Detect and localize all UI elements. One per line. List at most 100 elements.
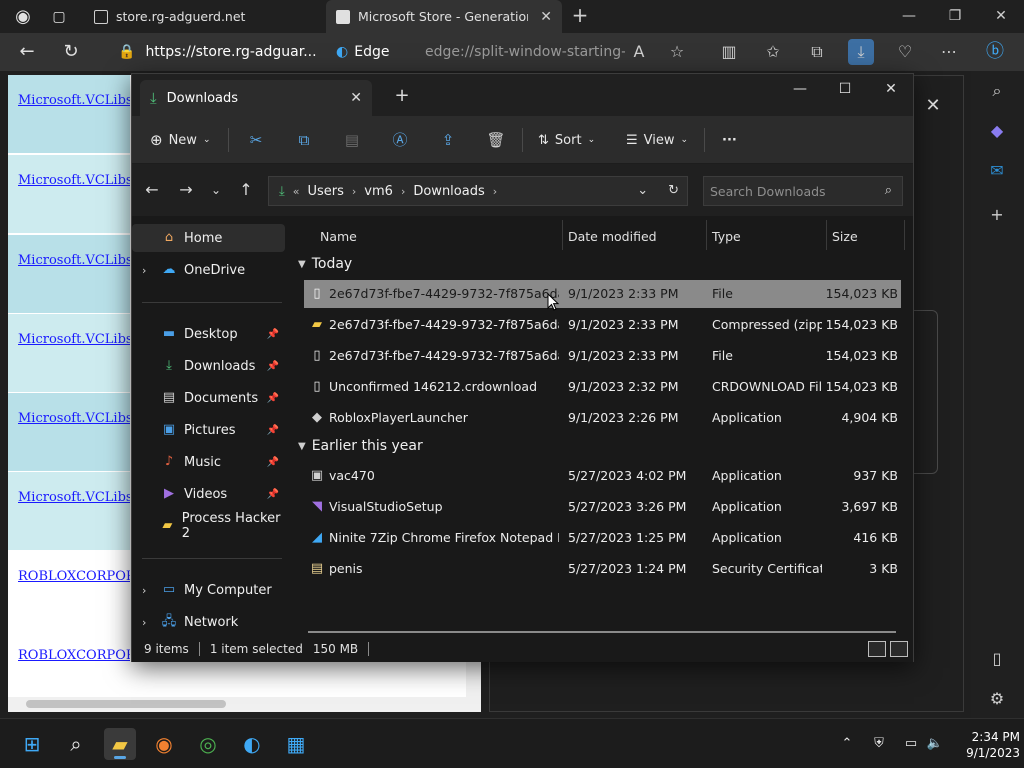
table-row[interactable]: ◢ Ninite 7Zip Chrome Firefox Notepad Inst…: [304, 524, 901, 552]
copy-icon[interactable]: ⧉: [290, 126, 318, 154]
large-icons-view-icon[interactable]: [890, 641, 908, 657]
sidebar-item-home[interactable]: ⌂ Home: [132, 224, 285, 252]
more-options-button[interactable]: ···: [722, 126, 737, 154]
column-header-size[interactable]: Size: [832, 226, 858, 248]
sidebar-item-process-hacker[interactable]: ▰ Process Hacker 2: [132, 511, 285, 541]
view-button[interactable]: ☰ View ⌄: [626, 126, 688, 154]
table-row[interactable]: ▤ penis 5/27/2023 1:24 PM Security Certific…: [304, 555, 901, 583]
explorer-tab-downloads[interactable]: ⤓ Downloads ✕: [140, 80, 372, 116]
chevron-right-icon[interactable]: ›: [142, 264, 156, 277]
copilot-sidebar-icon[interactable]: ◆: [985, 119, 1009, 143]
search-input[interactable]: Search Downloads ⌕: [703, 176, 903, 206]
sidebar-item-network[interactable]: › 🖧 Network: [132, 608, 285, 636]
rename-icon[interactable]: Ⓐ: [386, 126, 414, 154]
column-header-type[interactable]: Type: [712, 226, 741, 248]
download-link[interactable]: Microsoft.VCLibs.: [18, 93, 130, 108]
refresh-icon[interactable]: ↻: [668, 183, 679, 198]
collections-icon[interactable]: ⧉: [804, 39, 830, 65]
group-header-earlier[interactable]: ▼ Earlier this year: [298, 434, 423, 458]
list-item[interactable]: Microsoft.VCLibs.: [8, 472, 130, 551]
browser-tab-adguard[interactable]: store.rg-adguerd.net: [84, 0, 322, 33]
edge-chip[interactable]: ◐ Edge: [336, 38, 410, 66]
new-tab-button[interactable]: +: [390, 84, 414, 108]
download-link[interactable]: Microsoft.VCLibs.: [18, 411, 130, 426]
table-row[interactable]: ▯ Unconfirmed 146212.crdownload 9/1/2023 2…: [304, 373, 901, 401]
breadcrumb[interactable]: ⤓ « Users › vm6 › Downloads › ⌄ ↻: [268, 176, 688, 206]
chevron-right-icon[interactable]: ›: [142, 584, 156, 597]
maximize-icon[interactable]: ☐: [822, 74, 868, 104]
download-link[interactable]: Microsoft.VCLibs.: [18, 490, 130, 505]
table-row[interactable]: ▯ 2e67d73f-fbe7-4429-9732-7f875a6da675 (1…: [304, 342, 901, 370]
breadcrumb-users[interactable]: Users: [307, 184, 343, 199]
paste-icon[interactable]: ▤: [338, 126, 366, 154]
column-header-name[interactable]: Name: [320, 226, 357, 248]
recent-locations-icon[interactable]: ⌄: [204, 178, 228, 202]
divider[interactable]: [706, 220, 707, 250]
chevron-right-icon[interactable]: ›: [142, 616, 156, 629]
favorites-icon[interactable]: ✩: [760, 39, 786, 65]
settings-gear-icon[interactable]: ⚙: [985, 687, 1009, 711]
forward-icon[interactable]: →: [174, 178, 198, 202]
sidebar-item-documents[interactable]: ▤ Documents 📌: [132, 384, 285, 412]
download-link[interactable]: ROBLOXCORPOR: [18, 569, 130, 584]
back-icon[interactable]: ←: [14, 39, 40, 65]
download-link[interactable]: ROBLOXCORPOR: [18, 648, 130, 663]
hide-sidebar-icon[interactable]: ▯: [985, 647, 1009, 671]
table-row[interactable]: ▯ 2e67d73f-fbe7-4429-9732-7f875a6da675 (2…: [304, 280, 901, 308]
read-aloud-icon[interactable]: A: [626, 39, 652, 65]
delete-icon[interactable]: 🗑: [482, 126, 510, 154]
search-icon[interactable]: ⌕: [60, 728, 92, 760]
close-window-icon[interactable]: ✕: [868, 74, 914, 104]
firefox-icon[interactable]: ◉: [148, 728, 180, 760]
url-field[interactable]: 🔒 https://store.rg-adguar...: [110, 38, 332, 66]
sidebar-item-desktop[interactable]: ▬ Desktop 📌: [132, 320, 285, 348]
file-explorer-taskbar-icon[interactable]: ▰: [104, 728, 136, 760]
microsoft-store-icon[interactable]: ▦: [280, 728, 312, 760]
add-sidebar-icon[interactable]: +: [985, 203, 1009, 227]
start-windows-icon[interactable]: ⊞: [16, 728, 48, 760]
more-menu-icon[interactable]: ⋯: [936, 39, 962, 65]
download-link[interactable]: Microsoft.VCLibs.: [18, 332, 130, 347]
close-window-icon[interactable]: ✕: [978, 0, 1024, 33]
restore-icon[interactable]: ❐: [932, 0, 978, 33]
breadcrumb-downloads[interactable]: Downloads: [413, 184, 484, 199]
performance-icon[interactable]: ♡: [892, 39, 918, 65]
download-link[interactable]: Microsoft.VCLibs.: [18, 173, 130, 188]
group-header-today[interactable]: ▼ Today: [298, 252, 352, 276]
list-item[interactable]: Microsoft.VCLibs.: [8, 235, 130, 314]
close-tab-icon[interactable]: ✕: [540, 9, 552, 25]
horizontal-scrollbar[interactable]: [308, 631, 896, 633]
minimize-icon[interactable]: —: [777, 74, 823, 104]
divider[interactable]: [826, 220, 827, 250]
tab-actions-icon[interactable]: ▢: [46, 4, 72, 30]
favorite-star-icon[interactable]: ☆: [664, 39, 690, 65]
scrollbar-thumb[interactable]: [26, 700, 226, 708]
new-tab-button[interactable]: +: [568, 4, 592, 28]
profile-avatar-icon[interactable]: ◉: [10, 4, 36, 30]
sidebar-item-onedrive[interactable]: › ☁ OneDrive: [132, 256, 285, 284]
sidebar-item-videos[interactable]: ▶ Videos 📌: [132, 480, 285, 508]
divider[interactable]: [904, 220, 905, 250]
network-status-icon[interactable]: ▭: [902, 735, 920, 753]
chrome-icon[interactable]: ◎: [192, 728, 224, 760]
outlook-icon[interactable]: ✉: [985, 159, 1009, 183]
sidebar-item-downloads[interactable]: ⤓ Downloads 📌: [132, 352, 285, 380]
column-header-date[interactable]: Date modified: [568, 226, 657, 248]
new-button[interactable]: ⊕ New ⌄: [150, 126, 210, 154]
list-item[interactable]: Microsoft.VCLibs.: [8, 314, 130, 393]
sort-button[interactable]: ⇅ Sort ⌄: [538, 126, 595, 154]
browser-tab-microsoft-store[interactable]: Microsoft Store - Generation Pro ✕: [326, 0, 562, 33]
back-icon[interactable]: ←: [140, 178, 164, 202]
downloads-icon[interactable]: ⤓: [848, 39, 874, 65]
security-shield-icon[interactable]: ⛨: [870, 735, 888, 753]
up-icon[interactable]: ↑: [234, 178, 258, 202]
refresh-icon[interactable]: ↻: [58, 39, 84, 65]
table-row[interactable]: ▰ 2e67d73f-fbe7-4429-9732-7f875a6da675 (1…: [304, 311, 901, 339]
list-item[interactable]: Microsoft.VCLibs.: [8, 75, 130, 154]
breadcrumb-vm6[interactable]: vm6: [364, 184, 393, 199]
minimize-icon[interactable]: —: [886, 0, 932, 33]
edge-taskbar-icon[interactable]: ◐: [236, 728, 268, 760]
table-row[interactable]: ◥ VisualStudioSetup 5/27/2023 3:26 PM Appli…: [304, 493, 901, 521]
search-icon[interactable]: ⌕: [985, 79, 1009, 103]
chevron-down-icon[interactable]: ⌄: [637, 183, 648, 198]
